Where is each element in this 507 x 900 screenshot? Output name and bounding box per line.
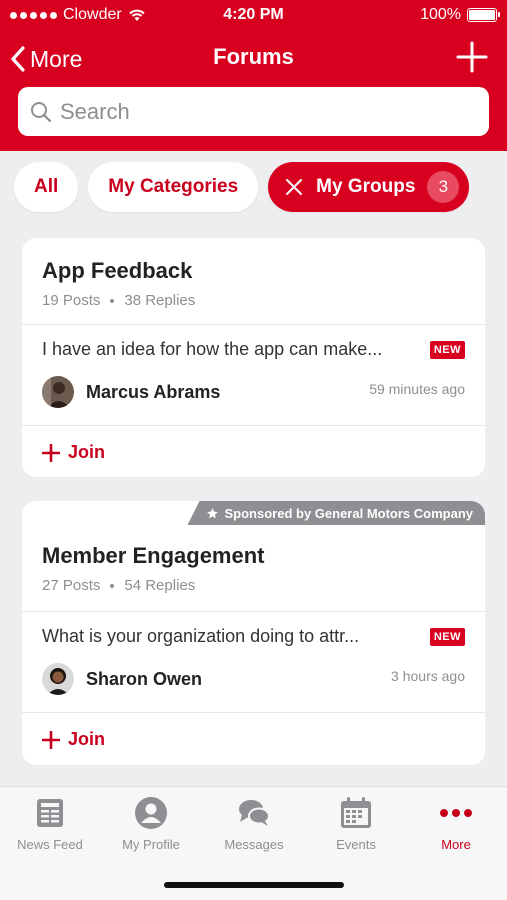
plus-icon <box>456 41 488 73</box>
messages-icon <box>239 800 270 826</box>
forum-stats: 27 Posts 54 Replies <box>42 577 465 594</box>
author-name[interactable]: Marcus Abrams <box>86 382 220 403</box>
post-preview: I have an idea for how the app can make.… <box>42 339 383 359</box>
sponsored-banner: Sponsored by General Motors Company <box>187 501 485 525</box>
tab-events[interactable]: Events <box>306 795 406 855</box>
filter-row: All My Categories My Groups 3 <box>14 162 470 212</box>
news-feed-icon <box>37 799 63 827</box>
avatar[interactable] <box>42 663 74 695</box>
latest-post[interactable]: What is your organization doing to attr.… <box>22 612 485 712</box>
post-count: 27 Posts <box>42 577 101 594</box>
filter-all[interactable]: All <box>14 162 79 212</box>
tab-more[interactable]: More <box>406 795 506 855</box>
post-time: 59 minutes ago <box>369 381 465 397</box>
author-name[interactable]: Sharon Owen <box>86 669 202 690</box>
more-dots-icon <box>440 809 472 817</box>
forum-stats: 19 Posts 38 Replies <box>42 292 465 309</box>
new-badge: NEW <box>429 628 465 646</box>
search-icon <box>31 101 52 122</box>
home-indicator <box>164 882 344 888</box>
avatar[interactable] <box>42 376 74 408</box>
filter-my-groups[interactable]: My Groups 3 <box>268 162 470 212</box>
filter-my-categories[interactable]: My Categories <box>88 162 259 212</box>
reply-count: 54 Replies <box>124 577 196 594</box>
tab-messages[interactable]: Messages <box>204 795 304 855</box>
post-count: 19 Posts <box>42 292 101 309</box>
plus-icon <box>42 730 60 749</box>
star-icon <box>206 507 218 518</box>
forum-title: App Feedback <box>42 258 193 283</box>
post-time: 3 hours ago <box>391 668 465 684</box>
join-button[interactable]: Join <box>22 713 485 765</box>
plus-icon <box>42 443 60 462</box>
status-bar: Clowder 4:20 PM 100% <box>0 0 507 32</box>
forum-card[interactable]: Sponsored by General Motors Company Memb… <box>22 501 485 765</box>
battery-icon <box>467 8 500 22</box>
tab-my-profile[interactable]: My Profile <box>101 795 201 855</box>
search-bar[interactable] <box>18 87 489 136</box>
separator-dot <box>110 583 115 588</box>
profile-icon <box>135 797 167 829</box>
page-title: Forums <box>213 44 294 69</box>
battery-percent: 100% <box>420 6 461 23</box>
new-badge: NEW <box>429 341 465 359</box>
close-icon[interactable] <box>284 177 304 197</box>
add-button[interactable] <box>455 40 489 74</box>
search-input[interactable] <box>60 98 460 125</box>
count-badge: 3 <box>427 171 460 203</box>
latest-post[interactable]: I have an idea for how the app can make.… <box>22 325 485 425</box>
calendar-icon <box>341 797 371 828</box>
forum-card[interactable]: App Feedback 19 Posts 38 Replies I have … <box>22 238 485 477</box>
forum-title: Member Engagement <box>42 543 265 568</box>
separator-dot <box>110 298 115 303</box>
app-header: Clowder 4:20 PM 100% More Forums <box>0 0 507 151</box>
join-button[interactable]: Join <box>22 426 485 477</box>
post-preview: What is your organization doing to attr.… <box>42 626 360 646</box>
tab-news-feed[interactable]: News Feed <box>0 795 100 855</box>
reply-count: 38 Replies <box>124 292 196 309</box>
